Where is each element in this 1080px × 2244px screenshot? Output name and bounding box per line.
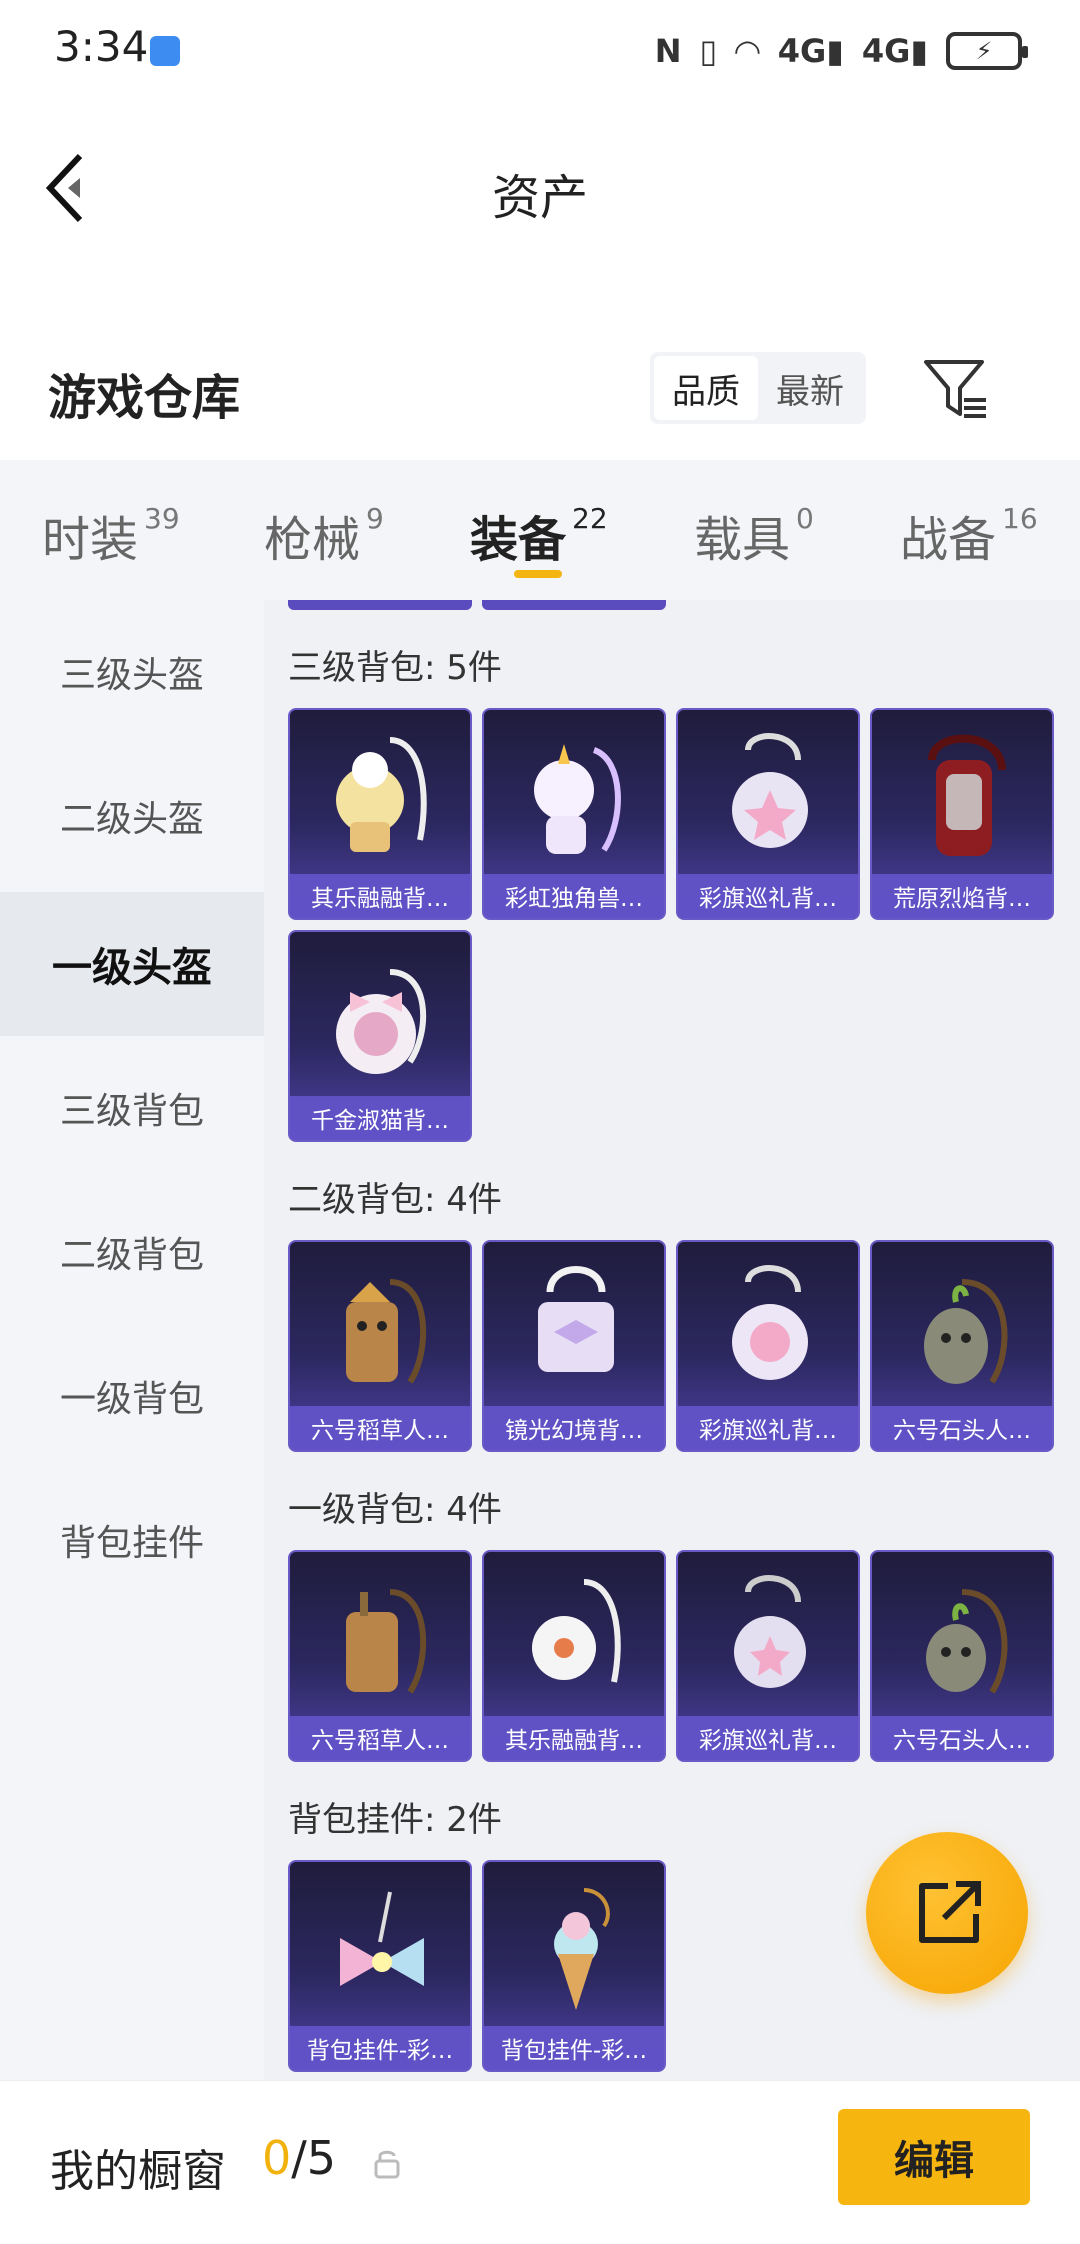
item-card[interactable]: 彩旗巡礼背… xyxy=(676,708,860,920)
item-card[interactable]: 千金淑猫背… xyxy=(288,930,472,1142)
edit-button[interactable]: 编辑 xyxy=(838,2109,1030,2205)
item-name: 六号稻草人… xyxy=(290,1716,470,1760)
status-icons: N ▯ ◠ 4G▮ 4G▮ ⚡ xyxy=(654,24,1028,78)
section-title: 二级背包: 4件 xyxy=(288,1180,502,1220)
stone-backpack-icon xyxy=(924,1279,1008,1384)
item-card[interactable]: 彩旗巡礼背… xyxy=(676,1240,860,1452)
item-card[interactable]: 彩旗巡礼背… xyxy=(676,1550,860,1762)
mirror-backpack-icon xyxy=(538,1266,614,1372)
sort-quality-button[interactable]: 品质 xyxy=(654,356,758,420)
tab-guns[interactable]: 枪械 9 xyxy=(264,500,384,570)
battery-icon: ⚡ xyxy=(946,32,1028,70)
sidebar: 三级头盔 二级头盔 一级头盔 三级背包 二级背包 一级背包 背包挂件 xyxy=(0,600,264,2080)
showcase-count: 0/5 xyxy=(262,2131,337,2185)
stone-backpack-icon xyxy=(926,1589,1008,1694)
item-name: 彩旗巡礼背… xyxy=(678,1406,858,1450)
item-name: 六号石头人… xyxy=(872,1406,1052,1450)
active-tab-indicator xyxy=(514,570,562,578)
sidebar-item-level2-helmet[interactable]: 二级头盔 xyxy=(0,744,264,888)
item-card[interactable]: 其乐融融背… xyxy=(482,1550,666,1762)
sidebar-item-level1-helmet[interactable]: 一级头盔 xyxy=(0,892,264,1036)
item-name: 背包挂件-彩… xyxy=(484,2026,664,2070)
vibrate-icon: ▯ xyxy=(699,32,718,70)
item-name: 六号石头人… xyxy=(872,1716,1052,1760)
item-name: 彩旗巡礼背… xyxy=(678,1716,858,1760)
tab-tactical[interactable]: 战备 16 xyxy=(900,500,1038,570)
tab-equipment[interactable]: 装备 22 xyxy=(470,500,608,570)
cat-backpack-icon xyxy=(336,969,427,1074)
flame-backpack-icon xyxy=(928,734,1006,856)
sidebar-item-level2-backpack[interactable]: 二级背包 xyxy=(0,1180,264,1324)
scarecrow-backpack-icon xyxy=(346,1589,427,1694)
item-card[interactable]: 六号稻草人… xyxy=(288,1550,472,1762)
lock-icon xyxy=(374,2150,400,2179)
item-card[interactable]: 彩虹独角兽… xyxy=(482,708,666,920)
backpack-icon xyxy=(336,737,427,852)
item-card[interactable]: 荒原烈焰背… xyxy=(870,708,1054,920)
status-time: 3:34 xyxy=(54,22,149,71)
item-name: 荒原烈焰背… xyxy=(872,874,1052,918)
section-title: 三级背包: 5件 xyxy=(288,648,502,688)
section-title: 一级背包: 4件 xyxy=(288,1490,502,1530)
partial-card xyxy=(288,600,472,610)
sidebar-item-level3-helmet[interactable]: 三级头盔 xyxy=(0,600,264,744)
item-card[interactable]: 六号石头人… xyxy=(870,1550,1054,1762)
app-notification-icon xyxy=(150,36,180,66)
title-bar: 资产 xyxy=(0,100,1080,270)
item-card[interactable]: 背包挂件-彩… xyxy=(288,1860,472,2072)
filter-icon xyxy=(924,360,986,418)
item-card[interactable]: 镜光幻境背… xyxy=(482,1240,666,1452)
sidebar-item-level1-backpack[interactable]: 一级背包 xyxy=(0,1324,264,1468)
item-name: 其乐融融背… xyxy=(484,1716,664,1760)
signal-icon-2: 4G▮ xyxy=(861,32,928,70)
bow-charm-icon xyxy=(340,1891,424,1986)
category-tabs: 时装 39 枪械 9 装备 22 载具 0 战备 16 xyxy=(0,460,1080,600)
signal-icon-1: 4G▮ xyxy=(777,32,844,70)
sidebar-item-level3-backpack[interactable]: 三级背包 xyxy=(0,1036,264,1180)
sidebar-item-backpack-charm[interactable]: 背包挂件 xyxy=(0,1468,264,1612)
item-card[interactable]: 背包挂件-彩… xyxy=(482,1860,666,2072)
item-name: 千金淑猫背… xyxy=(290,1096,470,1140)
flag-backpack-icon xyxy=(732,733,808,848)
item-name: 六号稻草人… xyxy=(290,1406,470,1450)
item-name: 镜光幻境背… xyxy=(484,1406,664,1450)
tab-vehicles[interactable]: 载具 0 xyxy=(694,500,814,570)
flag-backpack-icon xyxy=(732,1265,808,1380)
status-bar: 3:34 N ▯ ◠ 4G▮ 4G▮ ⚡ xyxy=(0,0,1080,100)
item-card[interactable]: 六号稻草人… xyxy=(288,1240,472,1452)
warehouse-header: 游戏仓库 品质 最新 xyxy=(0,320,1080,460)
item-card[interactable]: 其乐融融背… xyxy=(288,708,472,920)
flag-backpack-icon xyxy=(734,1575,806,1688)
sort-toggle: 品质 最新 xyxy=(650,352,866,424)
bottom-bar: 我的橱窗 0/5 编辑 xyxy=(0,2080,1080,2244)
share-button[interactable] xyxy=(866,1832,1028,1994)
nfc-icon: N xyxy=(654,32,682,70)
backpack-icon xyxy=(532,1579,621,1683)
page-title: 资产 xyxy=(491,170,588,226)
partial-card xyxy=(482,600,666,610)
showcase-label: 我的橱窗 xyxy=(50,2146,226,2197)
unicorn-backpack-icon xyxy=(534,744,621,854)
icecream-charm-icon xyxy=(554,1888,610,2010)
item-name: 背包挂件-彩… xyxy=(290,2026,470,2070)
item-card[interactable]: 六号石头人… xyxy=(870,1240,1054,1452)
sort-latest-button[interactable]: 最新 xyxy=(758,356,862,420)
item-name: 彩虹独角兽… xyxy=(484,874,664,918)
scarecrow-backpack-icon xyxy=(346,1279,427,1384)
wifi-icon: ◠ xyxy=(735,32,760,70)
item-name: 彩旗巡礼背… xyxy=(678,874,858,918)
share-icon xyxy=(919,1881,981,1943)
item-name: 其乐融融背… xyxy=(290,874,470,918)
filter-button[interactable] xyxy=(920,354,990,424)
section-title: 背包挂件: 2件 xyxy=(288,1800,502,1840)
tab-fashion[interactable]: 时装 39 xyxy=(42,500,180,570)
warehouse-title: 游戏仓库 xyxy=(48,370,241,426)
